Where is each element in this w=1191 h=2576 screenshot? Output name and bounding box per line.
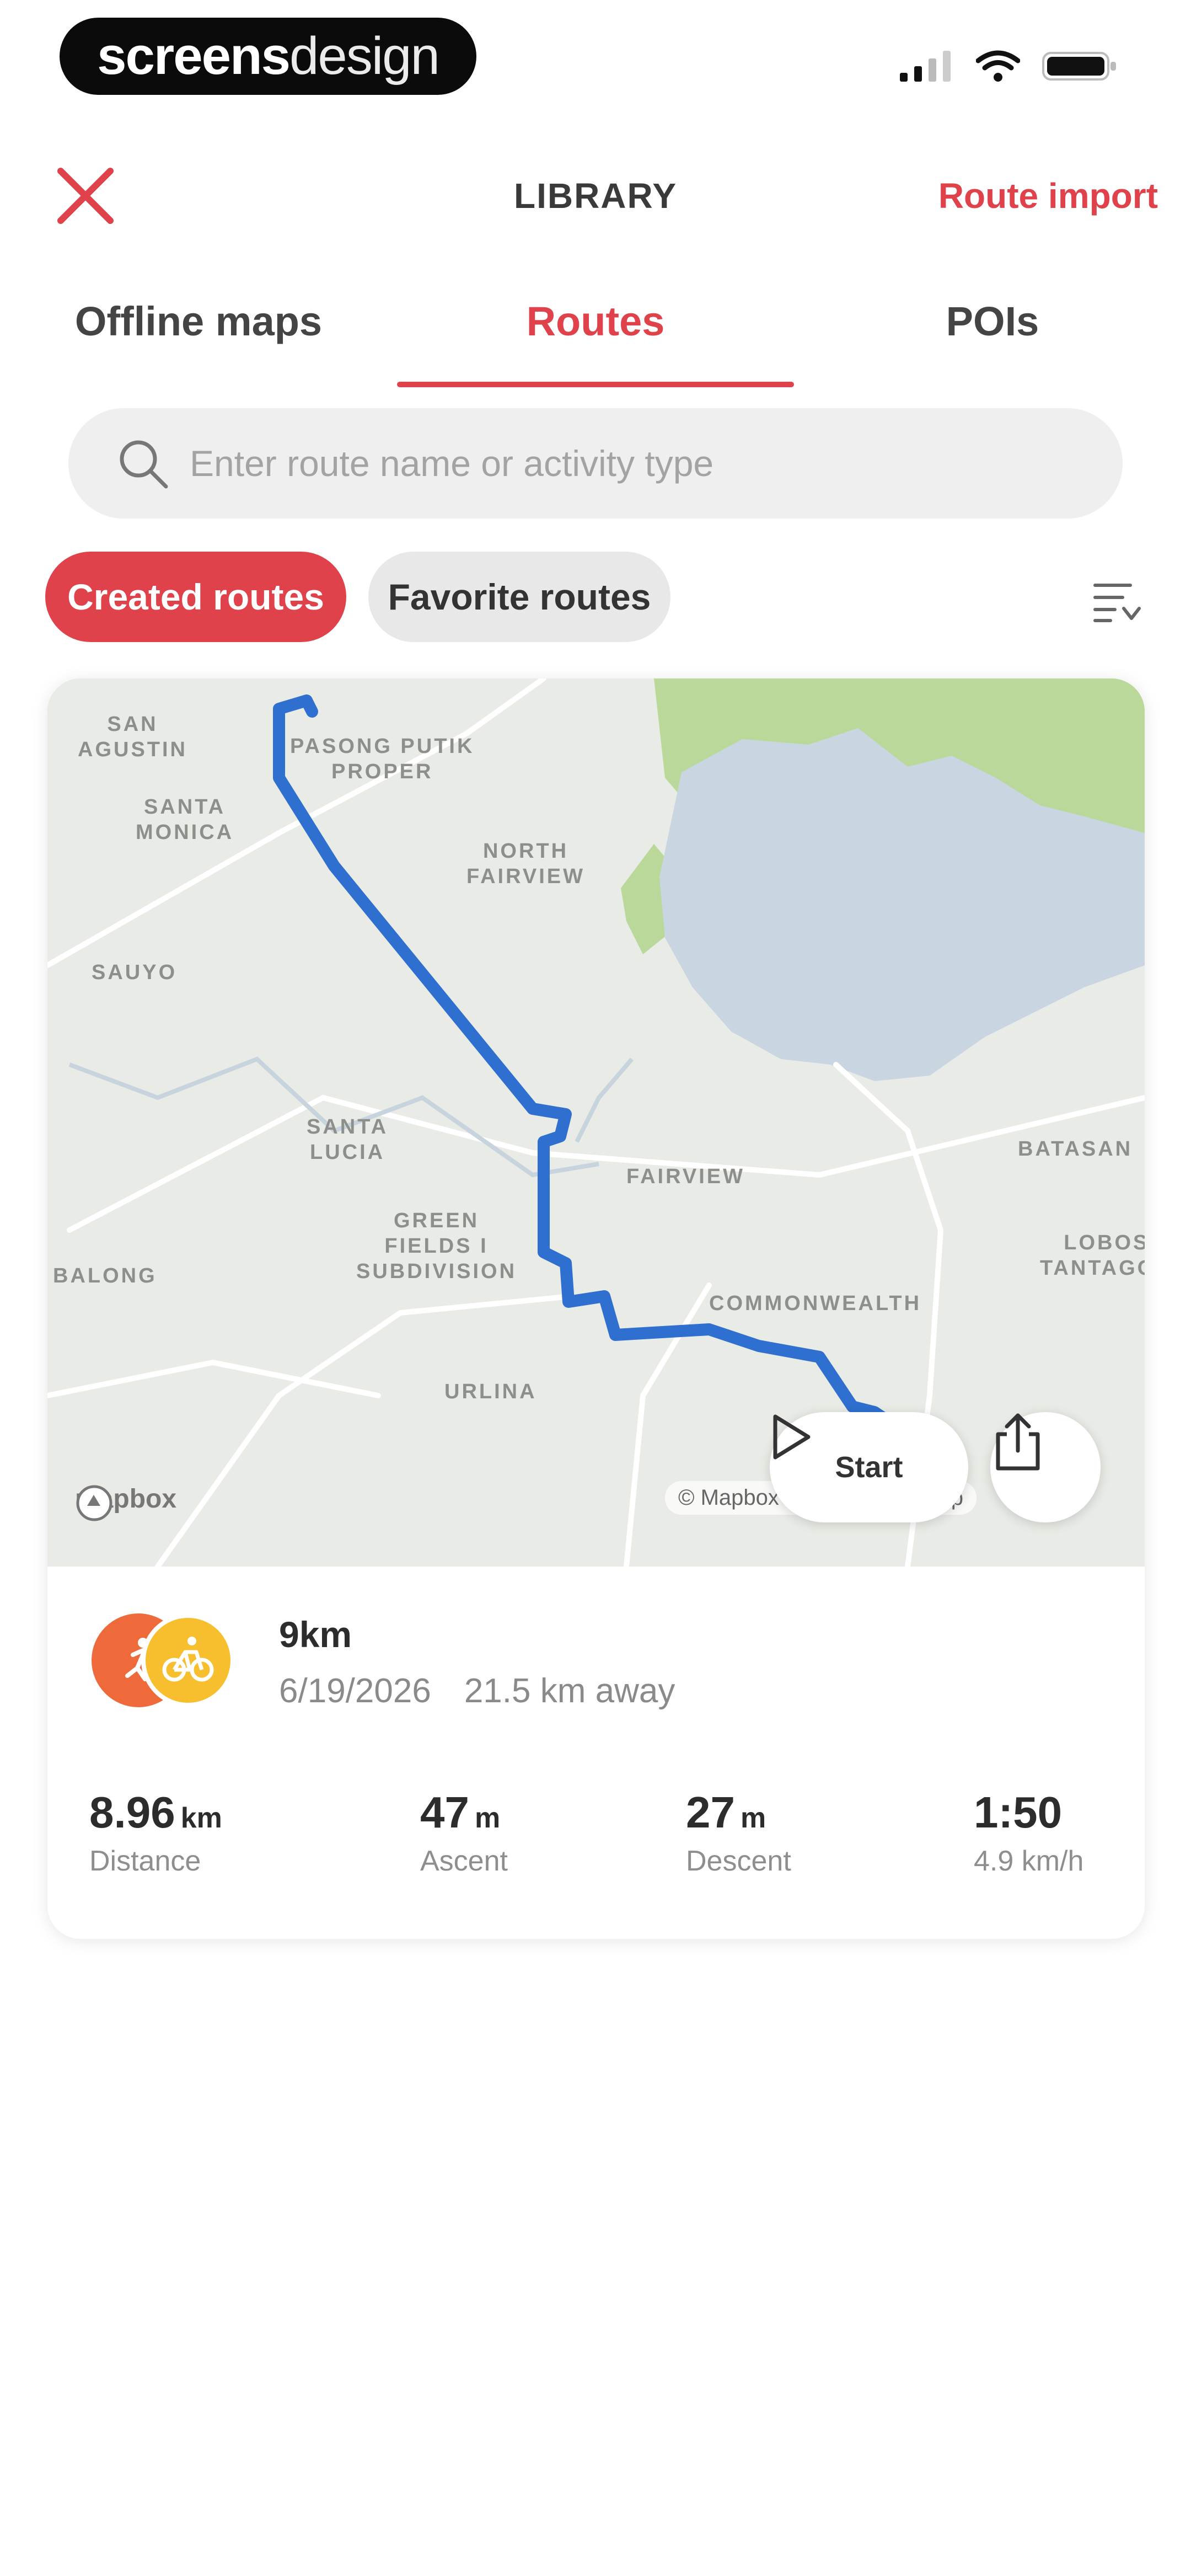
stat-ascent: 47 m Ascent (420, 1787, 508, 1878)
status-icons (899, 50, 1119, 83)
stat-value: 1:50 (974, 1788, 1063, 1837)
stat-label: Descent (686, 1845, 791, 1877)
search-icon (112, 433, 173, 494)
share-button[interactable] (990, 1412, 1101, 1522)
route-date: 6/19/2026 (279, 1672, 431, 1710)
stat-unit: km (180, 1802, 222, 1834)
route-name: 9km (279, 1614, 352, 1655)
favorite-routes-chip[interactable]: Favorite routes (368, 552, 670, 642)
tab-pois[interactable]: POIs (827, 298, 1158, 345)
map-label: URLINA (444, 1380, 537, 1403)
tab-routes[interactable]: Routes (397, 298, 794, 345)
play-icon (773, 1414, 811, 1460)
map-label: NORTH FAIRVIEW (466, 840, 585, 888)
route-meta: 6/19/2026 21.5 km away (279, 1671, 675, 1711)
search-bar[interactable] (68, 408, 1123, 519)
sort-icon (1093, 584, 1141, 622)
cycling-icon (141, 1613, 235, 1707)
created-routes-chip[interactable]: Created routes (45, 552, 346, 642)
route-card[interactable]: SAN AGUSTIN PASONG PUTIK PROPER SANTA MO… (47, 678, 1145, 1939)
start-label: Start (835, 1451, 903, 1484)
map-label: SANTA LUCIA (307, 1115, 389, 1164)
route-filter-chips: Created routes Favorite routes (0, 552, 1191, 645)
route-import-button[interactable]: Route import (938, 175, 1158, 216)
stat-label: Distance (89, 1845, 201, 1877)
map-label: SANTA MONICA (136, 795, 234, 844)
activity-icons (92, 1613, 240, 1713)
map-label: SAN AGUSTIN (78, 713, 187, 761)
sort-button[interactable] (1086, 571, 1147, 632)
route-distance-away: 21.5 km away (464, 1672, 675, 1710)
map-label: COMMONWEALTH (709, 1292, 922, 1315)
map-label: PASONG PUTIK PROPER (290, 735, 475, 783)
mapbox-logo-icon (76, 1485, 112, 1521)
stat-distance: 8.96 km Distance (89, 1787, 222, 1878)
stat-value: 47 (420, 1788, 469, 1837)
stat-label: Ascent (420, 1845, 508, 1877)
stat-unit: m (740, 1802, 766, 1834)
map-label: FAIRVIEW (626, 1165, 745, 1188)
status-bar: screens design (0, 0, 1191, 110)
library-screen: screens design LIBRARY Route import Offl… (0, 0, 1191, 2576)
battery-icon (1042, 52, 1116, 81)
stat-descent: 27 m Descent (686, 1787, 791, 1878)
route-stats: 8.96 km Distance 47 m Ascent 27 m Descent 1… (47, 1787, 1145, 1898)
stat-unit: m (474, 1802, 501, 1834)
tab-bar: Offline maps Routes POIs (0, 276, 1191, 397)
stat-value: 8.96 (89, 1788, 175, 1837)
route-info: 9km 6/19/2026 21.5 km away 8.96 km Distanc… (47, 1567, 1145, 1939)
map-label: SAUYO (92, 961, 178, 984)
search-input[interactable] (190, 442, 1017, 484)
mapbox-logo: mapbox (75, 1484, 176, 1521)
header: LIBRARY Route import (0, 138, 1191, 248)
stat-value: 27 (686, 1788, 735, 1837)
brand-light-text: design (289, 26, 440, 85)
map-label: GREEN FIELDS I SUBDIVISION (356, 1209, 517, 1283)
brand-watermark: screens design (60, 18, 476, 95)
tab-offline-maps[interactable]: Offline maps (33, 298, 364, 345)
share-icon (996, 1413, 1040, 1471)
wifi-icon (976, 50, 1020, 82)
map-label: LOBOS TANTAGON (1040, 1231, 1145, 1280)
stat-label: 4.9 km/h (974, 1845, 1084, 1877)
map-label: BALONG (53, 1264, 157, 1287)
active-tab-indicator (397, 382, 794, 387)
start-route-button[interactable]: Start (770, 1412, 968, 1522)
cellular-signal-icon (900, 51, 951, 82)
stat-duration: 1:50 4.9 km/h (974, 1787, 1083, 1878)
route-map[interactable]: SAN AGUSTIN PASONG PUTIK PROPER SANTA MO… (47, 678, 1145, 1567)
map-label: BATASAN (1018, 1137, 1133, 1161)
brand-bold-text: screens (97, 26, 291, 85)
